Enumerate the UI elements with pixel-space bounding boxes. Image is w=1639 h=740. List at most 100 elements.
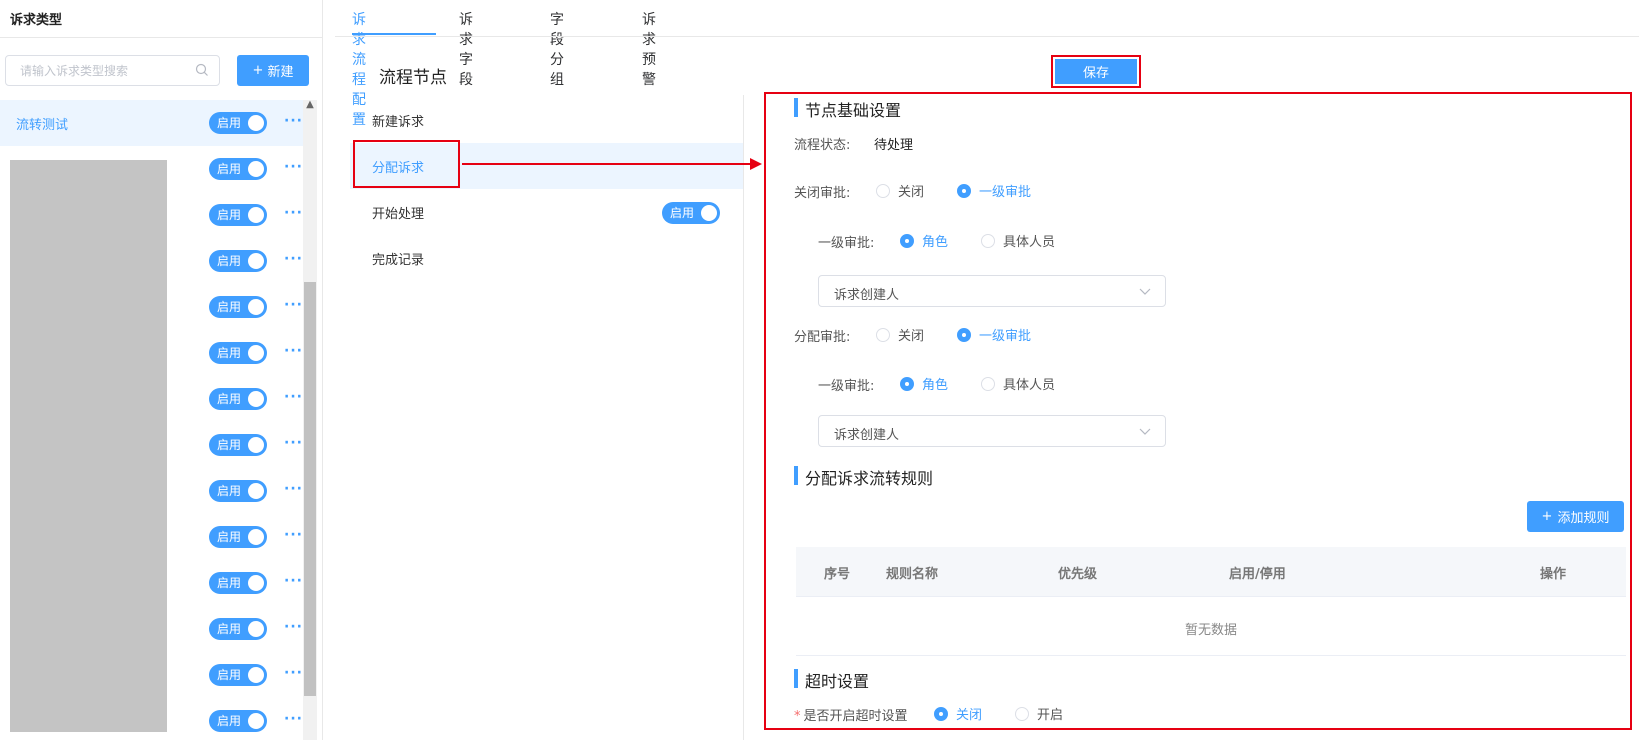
toggle-label: 启用: [217, 254, 242, 268]
toggle-knob: [248, 207, 264, 223]
more-icon[interactable]: ···: [284, 711, 303, 727]
search-icon[interactable]: [195, 63, 209, 77]
node-enable-toggle[interactable]: 启用: [662, 202, 720, 224]
column-header: 启用/停用: [1229, 567, 1286, 582]
radio-dot-icon: [957, 183, 971, 198]
assign-approval-level1-radio[interactable]: 一级审批: [957, 325, 1031, 344]
type-enable-toggle[interactable]: 启用: [209, 434, 267, 456]
status-value: 待处理: [874, 138, 914, 153]
type-enable-toggle[interactable]: 启用: [209, 112, 267, 134]
more-icon[interactable]: ···: [284, 619, 303, 635]
close-approver-select[interactable]: 诉求创建人: [818, 275, 1166, 307]
toggle-knob: [248, 667, 264, 683]
type-enable-toggle[interactable]: 启用: [209, 250, 267, 272]
type-enable-toggle[interactable]: 启用: [209, 388, 267, 410]
section-title-basic: 节点基础设置: [794, 97, 901, 121]
assign-level-person-radio[interactable]: 具体人员: [981, 374, 1055, 393]
radio-label: 角色: [922, 378, 949, 393]
toggle-label: 启用: [217, 714, 242, 728]
select-value: 诉求创建人: [834, 288, 900, 303]
more-icon[interactable]: ···: [284, 481, 303, 497]
select-value: 诉求创建人: [834, 428, 900, 443]
tab-item[interactable]: 诉求字段: [459, 9, 473, 89]
more-icon[interactable]: ···: [284, 389, 303, 405]
rule-table-header: 序号 规则名称 优先级 启用/停用 操作: [796, 547, 1626, 596]
assign-approver-select[interactable]: 诉求创建人: [818, 415, 1166, 447]
divider: [796, 655, 1626, 656]
toggle-knob: [248, 437, 264, 453]
radio-dot-icon: [981, 233, 995, 248]
type-enable-toggle[interactable]: 启用: [209, 572, 267, 594]
radio-label: 具体人员: [1003, 235, 1056, 250]
node-item[interactable]: 新建诉求: [350, 97, 743, 143]
search-box[interactable]: [5, 55, 220, 86]
column-header: 操作: [1540, 567, 1567, 582]
close-approval-off-radio[interactable]: 关闭: [876, 181, 924, 200]
more-icon[interactable]: ···: [284, 159, 303, 175]
scrollbar-thumb[interactable]: [304, 282, 316, 696]
radio-label: 一级审批: [979, 329, 1032, 344]
toggle-knob: [248, 391, 264, 407]
type-name: 流转测试: [16, 118, 69, 133]
type-enable-toggle[interactable]: 启用: [209, 618, 267, 640]
toggle-knob: [248, 161, 264, 177]
type-panel: 诉求类型 + 新建 流转测试启用···启用···启用···启用···启用···启…: [0, 0, 323, 740]
close-approval-level1-radio[interactable]: 一级审批: [957, 181, 1031, 200]
node-item[interactable]: 完成记录: [350, 235, 743, 281]
toggle-knob: [248, 529, 264, 545]
more-icon[interactable]: ···: [284, 527, 303, 543]
tab-item[interactable]: 字段分组: [550, 9, 564, 89]
plus-icon: +: [1541, 509, 1553, 524]
type-enable-toggle[interactable]: 启用: [209, 526, 267, 548]
type-enable-toggle[interactable]: 启用: [209, 710, 267, 732]
column-header: 优先级: [1058, 567, 1098, 582]
type-enable-toggle[interactable]: 启用: [209, 664, 267, 686]
plus-icon: +: [252, 63, 264, 78]
new-type-button[interactable]: + 新建: [237, 55, 309, 86]
more-icon[interactable]: ···: [284, 113, 303, 129]
more-icon[interactable]: ···: [284, 251, 303, 267]
toggle-label: 启用: [217, 484, 242, 498]
assign-level-role-radio[interactable]: 角色: [900, 374, 948, 393]
more-icon[interactable]: ···: [284, 343, 303, 359]
timeout-off-radio[interactable]: 关闭: [934, 704, 982, 723]
redacted-region: [10, 160, 167, 732]
radio-dot-icon: [1015, 706, 1029, 721]
panel-title: 诉求类型: [10, 13, 63, 28]
radio-dot-icon: [900, 376, 914, 391]
toggle-label: 启用: [217, 392, 242, 406]
node-label: 开始处理: [372, 207, 425, 222]
assign-approval-off-radio[interactable]: 关闭: [876, 325, 924, 344]
required-star-icon: *: [794, 709, 801, 724]
toggle-label: 启用: [217, 116, 242, 130]
radio-label: 关闭: [956, 708, 983, 723]
save-button-highlight: 保存: [1051, 55, 1141, 88]
more-icon[interactable]: ···: [284, 665, 303, 681]
close-level-person-radio[interactable]: 具体人员: [981, 231, 1055, 250]
add-rule-button[interactable]: + 添加规则: [1527, 501, 1624, 532]
type-list-item[interactable]: 流转测试 启用 ···: [0, 100, 303, 146]
timeout-on-radio[interactable]: 开启: [1015, 704, 1063, 723]
toggle-knob: [248, 253, 264, 269]
radio-label: 具体人员: [1003, 378, 1056, 393]
close-level-role-radio[interactable]: 角色: [900, 231, 948, 250]
save-button[interactable]: 保存: [1055, 59, 1137, 84]
timeout-label: 是否开启超时设置: [803, 709, 908, 724]
scroll-up-icon[interactable]: ▲: [305, 100, 315, 110]
assign-approval-label: 分配审批:: [794, 330, 851, 345]
chevron-down-icon: [1139, 428, 1151, 435]
type-enable-toggle[interactable]: 启用: [209, 342, 267, 364]
tab-item[interactable]: 诉求预警: [642, 9, 656, 89]
radio-dot-icon: [876, 327, 890, 342]
search-input[interactable]: [20, 56, 190, 85]
section-title-rules: 分配诉求流转规则: [794, 465, 933, 489]
type-enable-toggle[interactable]: 启用: [209, 204, 267, 226]
type-enable-toggle[interactable]: 启用: [209, 296, 267, 318]
radio-label: 关闭: [898, 185, 925, 200]
more-icon[interactable]: ···: [284, 573, 303, 589]
type-enable-toggle[interactable]: 启用: [209, 158, 267, 180]
more-icon[interactable]: ···: [284, 435, 303, 451]
more-icon[interactable]: ···: [284, 297, 303, 313]
more-icon[interactable]: ···: [284, 205, 303, 221]
type-enable-toggle[interactable]: 启用: [209, 480, 267, 502]
